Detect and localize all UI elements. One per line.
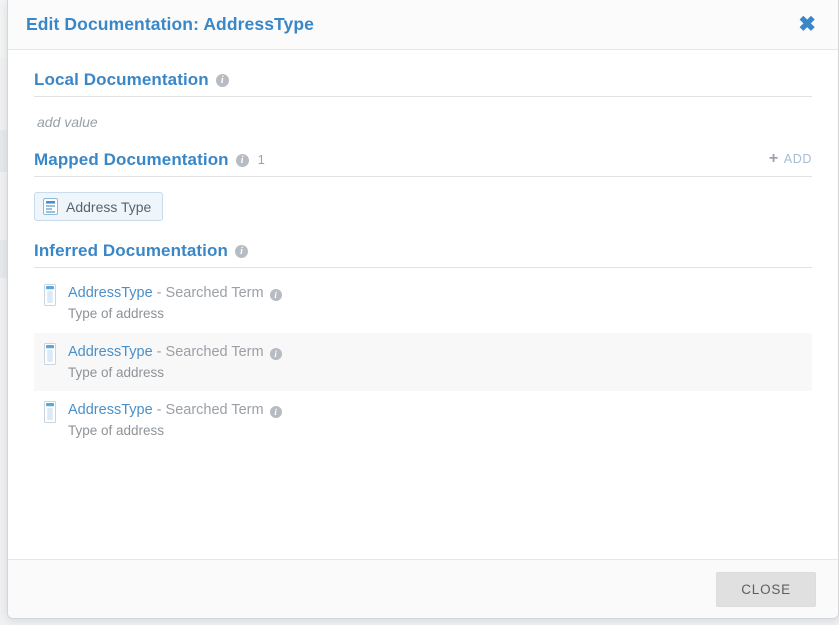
section-local-documentation: Local Documentation i add value [34, 50, 812, 130]
list-item-term: AddressType [68, 285, 153, 301]
list-item-title: AddressType - Searched Term i [68, 285, 282, 301]
info-icon[interactable]: i [270, 348, 282, 360]
list-item-title: AddressType - Searched Term i [68, 344, 282, 360]
list-item-separator: - [153, 285, 166, 301]
plus-icon: + [769, 151, 779, 167]
add-mapped-documentation-button[interactable]: + ADD [769, 151, 812, 167]
list-item-kind: Searched Term [166, 285, 264, 301]
column-document-icon [44, 284, 56, 306]
info-icon[interactable]: i [235, 245, 248, 258]
list-item-kind: Searched Term [166, 402, 264, 418]
mapped-documentation-title: Mapped Documentation [34, 150, 229, 170]
section-mapped-documentation: Mapped Documentation i 1 + ADD [34, 130, 812, 221]
list-item-term: AddressType [68, 344, 153, 360]
list-item[interactable]: AddressType - Searched Term i Type of add… [34, 333, 812, 392]
list-item-description: Type of address [68, 305, 282, 324]
list-item-term: AddressType [68, 402, 153, 418]
modal-body: Local Documentation i add value Mapped D… [8, 50, 838, 559]
list-item-text: AddressType - Searched Term i Type of add… [68, 399, 282, 441]
list-item-text: AddressType - Searched Term i Type of add… [68, 282, 282, 324]
list-item-description: Type of address [68, 422, 282, 441]
info-icon[interactable]: i [270, 406, 282, 418]
edit-documentation-modal: Edit Documentation: AddressType ✖ Local … [7, 0, 839, 619]
mapped-documentation-count: 1 [258, 152, 265, 167]
section-inferred-documentation: Inferred Documentation i AddressType - S… [34, 221, 812, 450]
list-item-separator: - [153, 402, 166, 418]
close-x-icon[interactable]: ✖ [794, 12, 820, 37]
local-documentation-title: Local Documentation [34, 70, 209, 90]
local-documentation-header: Local Documentation i [34, 50, 812, 90]
list-item-separator: - [153, 344, 166, 360]
list-item-text: AddressType - Searched Term i Type of add… [68, 341, 282, 383]
add-button-label: ADD [784, 152, 812, 166]
column-document-icon [44, 343, 56, 365]
chip-label: Address Type [66, 199, 151, 215]
page-title: Edit Documentation: AddressType [26, 14, 794, 35]
mapped-documentation-chip-list: Address Type [34, 177, 812, 221]
info-icon[interactable]: i [270, 289, 282, 301]
inferred-documentation-title: Inferred Documentation [34, 241, 228, 261]
list-item-kind: Searched Term [166, 344, 264, 360]
list-item[interactable]: AddressType - Searched Term i Type of add… [34, 391, 812, 450]
local-documentation-value[interactable]: add value [34, 97, 812, 130]
info-icon[interactable]: i [216, 74, 229, 87]
mapped-documentation-header: Mapped Documentation i 1 + ADD [34, 130, 812, 170]
mapped-documentation-chip[interactable]: Address Type [34, 192, 163, 221]
inferred-documentation-header: Inferred Documentation i [34, 221, 812, 261]
modal-header: Edit Documentation: AddressType ✖ [8, 0, 838, 50]
modal-footer: CLOSE [8, 559, 838, 618]
inferred-documentation-rows: AddressType - Searched Term i Type of add… [34, 268, 812, 450]
list-item-description: Type of address [68, 364, 282, 383]
document-lines-icon [43, 198, 58, 215]
column-document-icon [44, 401, 56, 423]
info-icon[interactable]: i [236, 154, 249, 167]
list-item-title: AddressType - Searched Term i [68, 402, 282, 418]
close-button[interactable]: CLOSE [716, 572, 816, 607]
list-item[interactable]: AddressType - Searched Term i Type of add… [34, 274, 812, 333]
